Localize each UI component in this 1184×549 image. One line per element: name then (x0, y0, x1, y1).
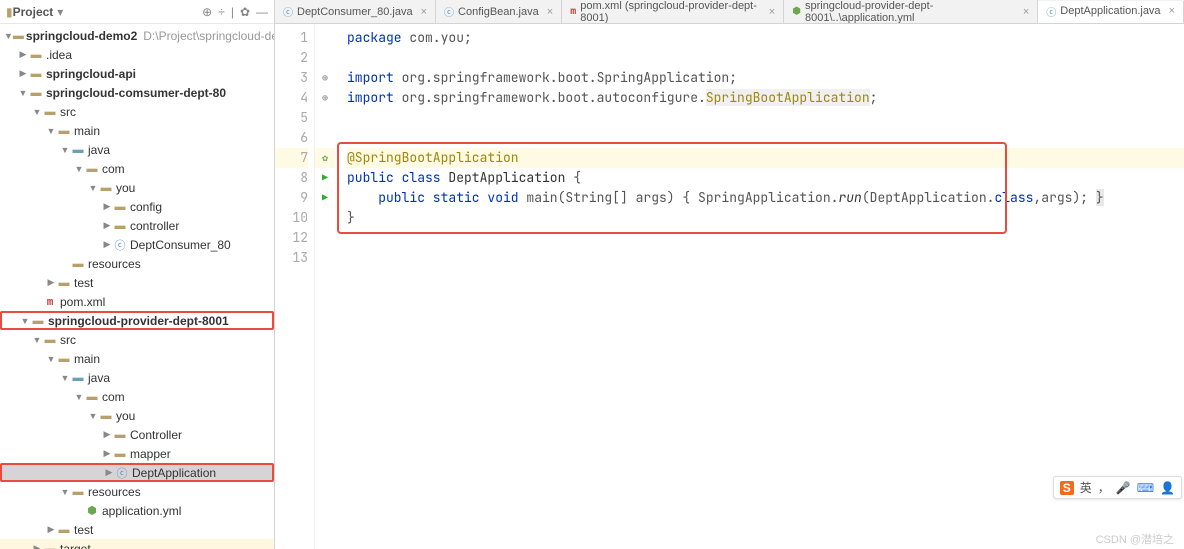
code-editor[interactable]: 1 2 3 4 5 6 7 8 9 10 12 13 ⊕⊕ ✿ ▶ ▶ (275, 24, 1184, 549)
resources-icon: ▬ (70, 258, 86, 270)
ime-widget[interactable]: S 英 ， 🎤 ⌨ 👤 (1053, 476, 1182, 499)
hide-icon[interactable]: — (256, 5, 268, 19)
tab-pom[interactable]: mpom.xml (springcloud-provider-dept-8001… (562, 0, 784, 23)
tree-item[interactable]: ▼▬resources (0, 482, 274, 501)
project-sidebar: ▮ Project ▾ ⊕ ÷ | ✿ — ▼▬springcloud-demo… (0, 0, 275, 549)
dropdown-icon[interactable]: ▾ (57, 5, 63, 19)
run-icon[interactable]: ▶ (315, 188, 335, 208)
code-content[interactable]: package com.you; import org.springframew… (335, 24, 1184, 549)
source-icon: ▬ (70, 372, 86, 384)
package-icon: ▬ (84, 163, 100, 175)
tree-item[interactable]: ▼▬com (0, 387, 274, 406)
folder-icon: ▬ (56, 353, 72, 365)
user-icon[interactable]: 👤 (1160, 481, 1175, 495)
tree-item-provider[interactable]: ▼▬springcloud-provider-dept-8001 (0, 311, 274, 330)
tree-item[interactable]: ▶▬test (0, 520, 274, 539)
close-icon[interactable]: × (769, 6, 775, 18)
tree-item[interactable]: ▼▬java (0, 140, 274, 159)
tree-item[interactable]: ▼▬you (0, 178, 274, 197)
package-icon: ▬ (112, 448, 128, 460)
editor-area: ⓒDeptConsumer_80.java× ⓒConfigBean.java×… (275, 0, 1184, 549)
java-icon: ⓒ (444, 4, 454, 19)
run-icon[interactable]: ▶ (315, 168, 335, 188)
tab-deptconsumer[interactable]: ⓒDeptConsumer_80.java× (275, 0, 436, 23)
tree-item-api[interactable]: ▶▬springcloud-api (0, 64, 274, 83)
package-icon: ▬ (112, 220, 128, 232)
yml-icon: ⬢ (792, 6, 801, 17)
folder-icon: ▬ (56, 524, 72, 536)
java-icon: ⓒ (1046, 4, 1056, 19)
sidebar-header: ▮ Project ▾ ⊕ ÷ | ✿ — (0, 0, 274, 24)
tab-deptapplication[interactable]: ⓒDeptApplication.java× (1038, 1, 1184, 24)
tree-item-consumer[interactable]: ▼▬springcloud-comsumer-dept-80 (0, 83, 274, 102)
package-icon: ▬ (112, 429, 128, 441)
tree-root[interactable]: ▼▬springcloud-demo2D:\Project\springclou… (0, 26, 274, 45)
module-icon: ▬ (28, 68, 44, 80)
close-icon[interactable]: × (1023, 6, 1029, 18)
tree-item-yml[interactable]: ⬢application.yml (0, 501, 274, 520)
folder-icon: ▬ (42, 106, 58, 118)
ime-lang[interactable]: 英 (1080, 479, 1092, 496)
package-icon: ▬ (98, 410, 114, 422)
class-icon: ⓒ (114, 465, 130, 481)
close-icon[interactable]: × (547, 6, 553, 18)
folder-icon: ▬ (42, 334, 58, 346)
tree-item[interactable]: ▶▬test (0, 273, 274, 292)
tree-item[interactable]: ▼▬com (0, 159, 274, 178)
yml-icon: ⬢ (84, 504, 100, 517)
resources-icon: ▬ (70, 486, 86, 498)
tree-item[interactable]: ▼▬main (0, 349, 274, 368)
folder-icon: ▮ (6, 5, 13, 19)
folder-icon: ▬ (42, 543, 58, 549)
target-icon[interactable]: ⊕ (202, 5, 212, 19)
folder-icon: ▬ (56, 277, 72, 289)
tree-item[interactable]: ▼▬src (0, 102, 274, 121)
tree-item[interactable]: ▼▬main (0, 121, 274, 140)
module-icon: ▬ (28, 87, 44, 99)
line-gutter: 1 2 3 4 5 6 7 8 9 10 12 13 (275, 24, 315, 549)
folder-icon: ▬ (56, 125, 72, 137)
tree-item-target[interactable]: ▶▬target (0, 539, 274, 549)
mic-icon[interactable]: 🎤 (1116, 481, 1131, 495)
maven-icon: m (42, 295, 58, 308)
keyboard-icon[interactable]: ⌨ (1137, 481, 1154, 495)
tree-item[interactable]: ▼▬you (0, 406, 274, 425)
class-icon: ⓒ (112, 237, 128, 253)
source-icon: ▬ (70, 144, 86, 156)
package-icon: ▬ (98, 182, 114, 194)
sogou-logo-icon: S (1060, 481, 1074, 495)
tree-item[interactable]: ▶▬controller (0, 216, 274, 235)
tree-item-deptconsumer[interactable]: ▶ⓒDeptConsumer_80 (0, 235, 274, 254)
tree-item-pom[interactable]: mpom.xml (0, 292, 274, 311)
watermark: CSDN @潜培之 (1096, 531, 1174, 547)
gutter-icons: ⊕⊕ ✿ ▶ ▶ (315, 24, 335, 549)
package-icon: ▬ (84, 391, 100, 403)
tab-configbean[interactable]: ⓒConfigBean.java× (436, 0, 562, 23)
tree-item-deptapplication[interactable]: ▶ⓒDeptApplication (0, 463, 274, 482)
close-icon[interactable]: × (421, 6, 427, 18)
tree-item[interactable]: ▬resources (0, 254, 274, 273)
divider-icon: ÷ (218, 5, 225, 19)
sidebar-title: Project (13, 5, 54, 19)
tree-item[interactable]: ▼▬java (0, 368, 274, 387)
module-icon: ▬ (30, 315, 46, 327)
folder-icon: ▬ (28, 49, 44, 61)
tab-yml[interactable]: ⬢springcloud-provider-dept-8001\..\appli… (784, 0, 1038, 23)
collapse-icon[interactable]: | (231, 5, 234, 19)
tree-item[interactable]: ▶▬Controller (0, 425, 274, 444)
java-icon: ⓒ (283, 4, 293, 19)
spring-icon[interactable]: ✿ (315, 148, 335, 168)
close-icon[interactable]: × (1169, 5, 1175, 17)
package-icon: ▬ (112, 201, 128, 213)
project-tree[interactable]: ▼▬springcloud-demo2D:\Project\springclou… (0, 24, 274, 549)
editor-tabs: ⓒDeptConsumer_80.java× ⓒConfigBean.java×… (275, 0, 1184, 24)
module-icon: ▬ (13, 30, 24, 42)
tree-item-idea[interactable]: ▶▬.idea (0, 45, 274, 64)
tree-item[interactable]: ▶▬mapper (0, 444, 274, 463)
maven-icon: m (570, 6, 576, 17)
tree-item[interactable]: ▼▬src (0, 330, 274, 349)
tree-item[interactable]: ▶▬config (0, 197, 274, 216)
gear-icon[interactable]: ✿ (240, 5, 250, 19)
